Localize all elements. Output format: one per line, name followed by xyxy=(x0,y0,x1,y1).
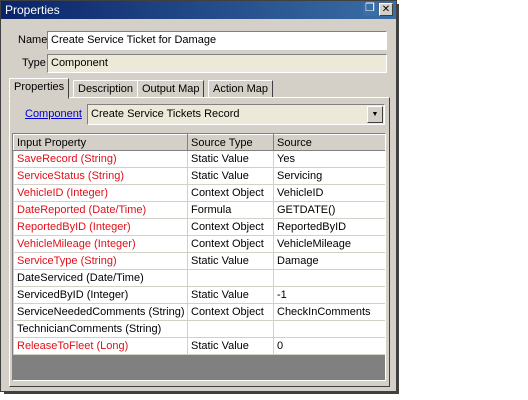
table-row[interactable]: ServiceStatus (String) Static Value Servic… xyxy=(13,167,385,185)
column-header-source-type[interactable]: Source Type xyxy=(187,134,274,151)
type-field: Component xyxy=(47,54,387,73)
input-property-cell[interactable]: DateServiced (Date/Time) xyxy=(13,269,188,287)
table-row[interactable]: DateReported (Date/Time) Formula GETDATE() xyxy=(13,201,385,219)
source-type-cell[interactable]: Context Object xyxy=(187,184,274,202)
tab-label: Properties xyxy=(14,81,65,93)
tab-action-map[interactable]: Action Map xyxy=(208,80,274,98)
source-type-cell[interactable]: Static Value xyxy=(187,167,274,185)
source-cell[interactable]: VehicleMileage xyxy=(273,235,385,253)
title-bar[interactable]: Properties ❒ ✕ xyxy=(1,1,396,19)
component-link[interactable]: Component xyxy=(25,108,82,120)
tab-description[interactable]: Description xyxy=(73,80,139,98)
source-type-cell[interactable]: Context Object xyxy=(187,218,274,236)
tab-label: Description xyxy=(78,83,134,95)
table-row[interactable]: ServiceNeededComments (String) Context Ob… xyxy=(13,303,385,321)
table-row[interactable]: ReportedByID (Integer) Context Object Repo… xyxy=(13,218,385,236)
property-table: Input Property Source Type Source SaveRe… xyxy=(13,134,385,355)
window-shadow xyxy=(397,4,399,394)
grid-header-row: Input Property Source Type Source xyxy=(13,134,385,151)
source-cell[interactable]: CheckInComments xyxy=(273,303,385,321)
component-select[interactable]: Create Service Tickets Record ▼ xyxy=(87,104,385,125)
source-type-cell[interactable]: Formula xyxy=(187,201,274,219)
tab-properties[interactable]: Properties xyxy=(9,78,70,99)
source-type-cell[interactable]: Context Object xyxy=(187,235,274,253)
input-property-cell[interactable]: ServicedByID (Integer) xyxy=(13,286,188,304)
table-row[interactable]: VehicleID (Integer) Context Object Vehicle… xyxy=(13,184,385,202)
source-type-cell[interactable]: Static Value xyxy=(187,150,274,168)
properties-window: Properties ❒ ✕ Name Create Service Ticke… xyxy=(0,0,397,392)
close-icon: ✕ xyxy=(381,4,391,15)
input-property-cell[interactable]: TechnicianComments (String) xyxy=(13,320,188,338)
input-property-cell[interactable]: VehicleID (Integer) xyxy=(13,184,188,202)
input-property-cell[interactable]: ServiceStatus (String) xyxy=(13,167,188,185)
name-field[interactable]: Create Service Ticket for Damage xyxy=(47,31,387,50)
input-property-cell[interactable]: ReportedByID (Integer) xyxy=(13,218,188,236)
type-label: Type xyxy=(22,57,46,69)
column-header-input-property[interactable]: Input Property xyxy=(13,134,188,151)
source-cell[interactable]: VehicleID xyxy=(273,184,385,202)
tab-label: Action Map xyxy=(213,83,269,95)
input-property-cell[interactable]: ServiceType (String) xyxy=(13,252,188,270)
source-type-cell[interactable]: Static Value xyxy=(187,252,274,270)
source-type-cell[interactable]: Static Value xyxy=(187,286,274,304)
source-type-cell[interactable] xyxy=(187,269,274,287)
component-select-value: Create Service Tickets Record xyxy=(91,108,240,120)
input-property-cell[interactable]: ServiceNeededComments (String) xyxy=(13,303,188,321)
source-type-cell[interactable] xyxy=(187,320,274,338)
input-property-cell[interactable]: ReleaseToFleet (Long) xyxy=(13,337,188,355)
tab-output-map[interactable]: Output Map xyxy=(137,80,205,98)
source-cell[interactable]: Damage xyxy=(273,252,385,270)
chevron-down-icon: ▼ xyxy=(371,111,379,118)
table-row[interactable]: DateServiced (Date/Time) xyxy=(13,269,385,287)
input-property-cell[interactable]: SaveRecord (String) xyxy=(13,150,188,168)
pin-icon[interactable]: ❒ xyxy=(363,3,377,16)
source-cell[interactable]: 0 xyxy=(273,337,385,355)
tab-label: Output Map xyxy=(142,83,200,95)
source-cell[interactable]: Yes xyxy=(273,150,385,168)
source-cell[interactable] xyxy=(273,320,385,338)
input-property-cell[interactable]: DateReported (Date/Time) xyxy=(13,201,188,219)
source-cell[interactable] xyxy=(273,269,385,287)
window-title: Properties xyxy=(5,3,60,17)
source-cell[interactable]: Servicing xyxy=(273,167,385,185)
name-label: Name xyxy=(18,34,48,46)
source-cell[interactable]: GETDATE() xyxy=(273,201,385,219)
input-property-cell[interactable]: VehicleMileage (Integer) xyxy=(13,235,188,253)
table-row[interactable]: ReleaseToFleet (Long) Static Value 0 xyxy=(13,337,385,355)
window-shadow xyxy=(4,392,399,394)
input-property-grid: Input Property Source Type Source SaveRe… xyxy=(12,133,386,381)
source-cell[interactable]: ReportedByID xyxy=(273,218,385,236)
dropdown-button[interactable]: ▼ xyxy=(367,106,383,123)
table-row[interactable]: TechnicianComments (String) xyxy=(13,320,385,338)
source-cell[interactable]: -1 xyxy=(273,286,385,304)
source-type-cell[interactable]: Context Object xyxy=(187,303,274,321)
table-row[interactable]: SaveRecord (String) Static Value Yes xyxy=(13,150,385,168)
table-row[interactable]: ServicedByID (Integer) Static Value -1 xyxy=(13,286,385,304)
column-header-source[interactable]: Source xyxy=(273,134,385,151)
close-button[interactable]: ✕ xyxy=(379,3,393,16)
source-type-cell[interactable]: Static Value xyxy=(187,337,274,355)
table-row[interactable]: VehicleMileage (Integer) Context Object Ve… xyxy=(13,235,385,253)
table-row[interactable]: ServiceType (String) Static Value Damage xyxy=(13,252,385,270)
